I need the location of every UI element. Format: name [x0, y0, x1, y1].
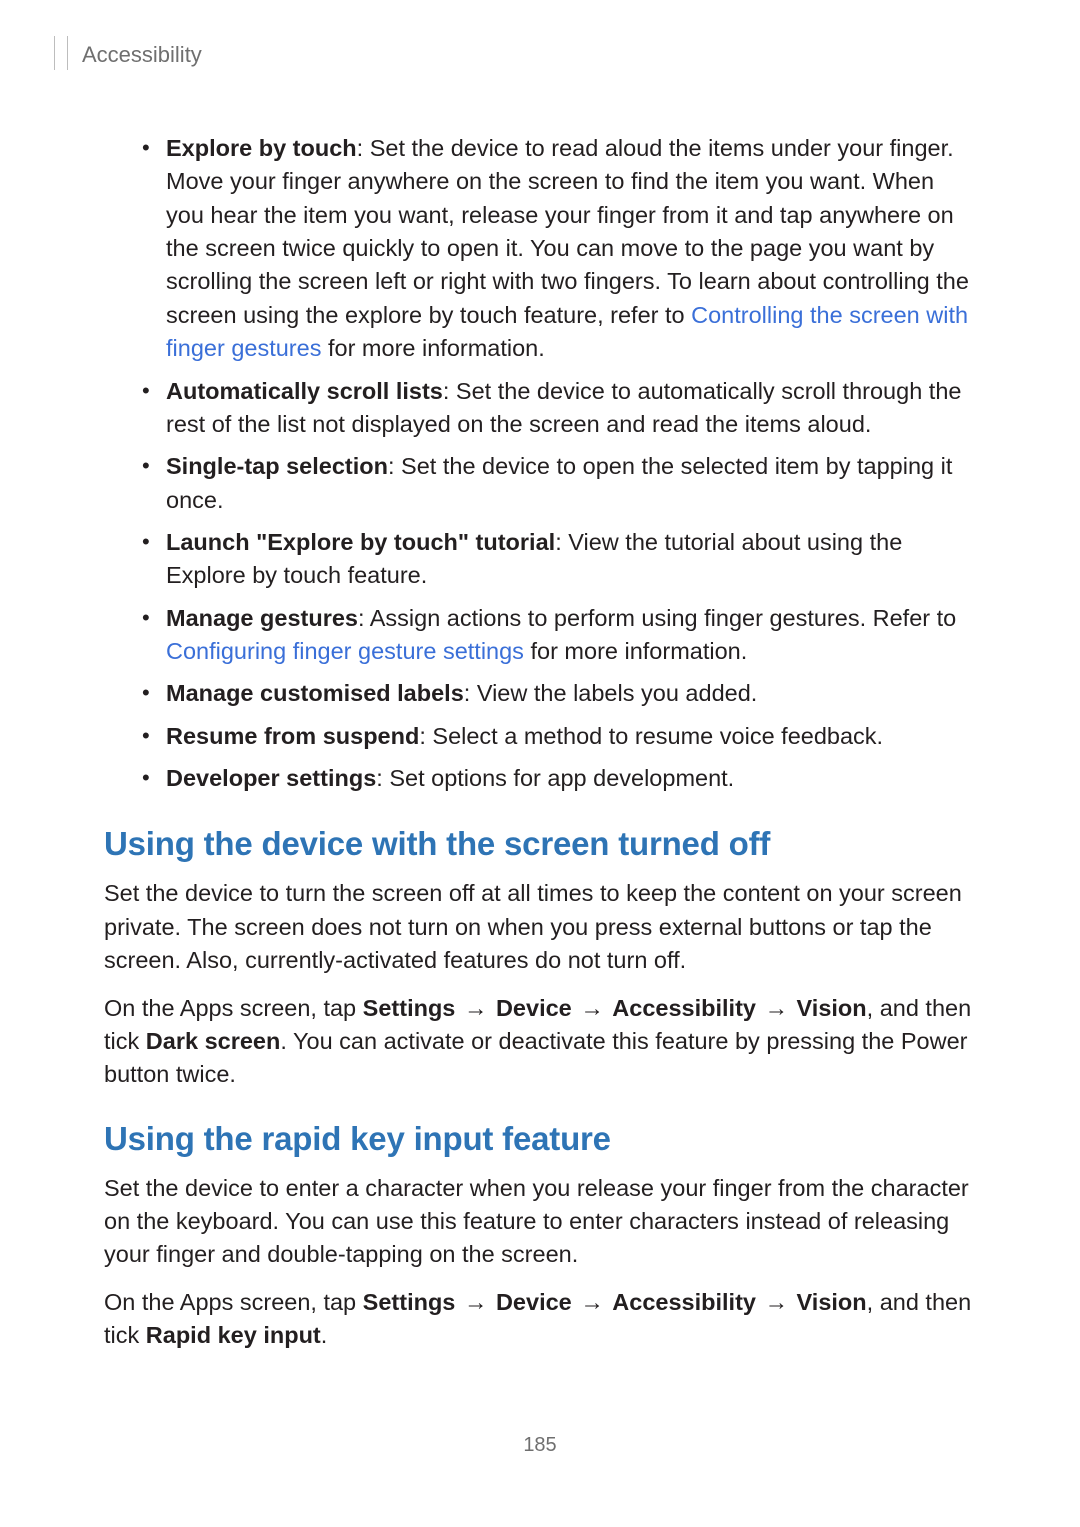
page-content: Accessibility Explore by touch: Set the … [0, 0, 1080, 1352]
nav-step: Vision [797, 995, 867, 1021]
list-item: Explore by touch: Set the device to read… [142, 132, 976, 366]
link-configuring-gestures[interactable]: Configuring finger gesture settings [166, 638, 524, 664]
arrow-icon: → [462, 1286, 490, 1319]
bullet-text-after: for more information. [524, 638, 747, 664]
bullet-text-after: for more information. [321, 335, 544, 361]
bullet-title: Explore by touch [166, 135, 357, 161]
nav-step: Settings [363, 995, 456, 1021]
text-fragment: On the Apps screen, tap [104, 995, 363, 1021]
section-paragraph: Set the device to turn the screen off at… [104, 877, 976, 977]
text-fragment: . [321, 1322, 328, 1348]
bullet-text: : View the labels you added. [464, 680, 758, 706]
list-item: Manage customised labels: View the label… [142, 677, 976, 710]
list-item: Launch "Explore by touch" tutorial: View… [142, 526, 976, 593]
nav-step: Vision [797, 1289, 867, 1315]
arrow-icon: → [763, 992, 791, 1025]
option-name: Dark screen [146, 1028, 281, 1054]
bullet-text: : Assign actions to perform using finger… [358, 605, 956, 631]
arrow-icon: → [763, 1286, 791, 1319]
section-paragraph: On the Apps screen, tap Settings → Devic… [104, 992, 976, 1092]
bullet-title: Resume from suspend [166, 723, 419, 749]
bullet-text: : Select a method to resume voice feedba… [419, 723, 883, 749]
nav-step: Device [496, 1289, 572, 1315]
arrow-icon: → [462, 992, 490, 1025]
nav-step: Settings [363, 1289, 456, 1315]
page-header-title: Accessibility [82, 42, 202, 68]
nav-step: Accessibility [612, 1289, 756, 1315]
feature-bullet-list: Explore by touch: Set the device to read… [104, 132, 976, 795]
list-item: Automatically scroll lists: Set the devi… [142, 375, 976, 442]
header-decorative-bars [54, 36, 68, 70]
text-fragment: On the Apps screen, tap [104, 1289, 363, 1315]
section-heading-dark-screen: Using the device with the screen turned … [104, 825, 976, 863]
arrow-icon: → [578, 992, 606, 1025]
section-paragraph: On the Apps screen, tap Settings → Devic… [104, 1286, 976, 1353]
bullet-title: Manage customised labels [166, 680, 464, 706]
list-item: Resume from suspend: Select a method to … [142, 720, 976, 753]
bullet-text: : Set options for app development. [376, 765, 734, 791]
bullet-text: : Set the device to read aloud the items… [166, 135, 969, 328]
bullet-title: Automatically scroll lists [166, 378, 443, 404]
page-number: 185 [0, 1434, 1080, 1457]
section-heading-rapid-key: Using the rapid key input feature [104, 1120, 976, 1158]
section-paragraph: Set the device to enter a character when… [104, 1172, 976, 1272]
option-name: Rapid key input [146, 1322, 321, 1348]
page-header: Accessibility [54, 38, 976, 72]
list-item: Developer settings: Set options for app … [142, 762, 976, 795]
list-item: Single-tap selection: Set the device to … [142, 450, 976, 517]
nav-step: Device [496, 995, 572, 1021]
list-item: Manage gestures: Assign actions to perfo… [142, 602, 976, 669]
nav-step: Accessibility [612, 995, 756, 1021]
arrow-icon: → [578, 1286, 606, 1319]
bullet-title: Single-tap selection [166, 453, 388, 479]
bullet-title: Manage gestures [166, 605, 358, 631]
bullet-title: Developer settings [166, 765, 376, 791]
bullet-title: Launch "Explore by touch" tutorial [166, 529, 555, 555]
